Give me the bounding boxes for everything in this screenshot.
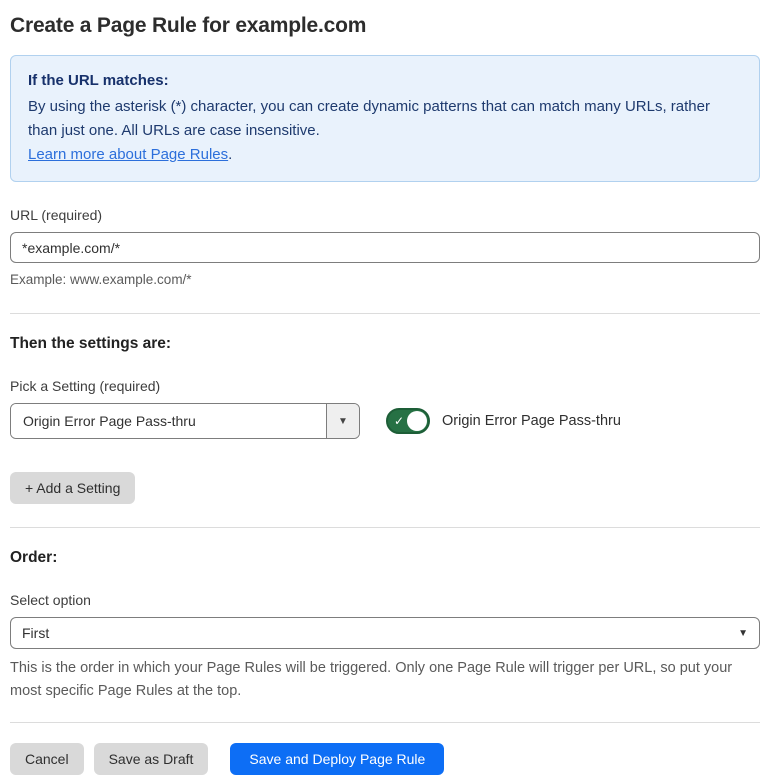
info-box-body: By using the asterisk (*) character, you… <box>28 98 710 139</box>
url-match-info-box: If the URL matches: By using the asteris… <box>10 55 760 182</box>
divider <box>10 313 760 315</box>
order-select-value: First <box>22 625 50 642</box>
divider <box>10 527 760 529</box>
setting-row: Origin Error Page Pass-thru ▼ ✓ Origin E… <box>10 403 760 440</box>
link-suffix: . <box>228 146 233 163</box>
order-section-heading: Order: <box>10 549 58 567</box>
chevron-down-icon: ▼ <box>338 415 348 427</box>
setting-dropdown[interactable]: Origin Error Page Pass-thru ▼ <box>10 403 360 440</box>
pick-setting-label: Pick a Setting (required) <box>10 378 161 395</box>
info-box-link-line: Learn more about Page Rules. <box>28 143 742 167</box>
toggle-label: Origin Error Page Pass-thru <box>442 413 621 430</box>
chevron-down-icon: ▼ <box>738 627 748 639</box>
page-title: Create a Page Rule for example.com <box>10 14 367 37</box>
learn-more-link[interactable]: Learn more about Page Rules <box>28 146 228 163</box>
settings-section-heading: Then the settings are: <box>10 335 172 353</box>
order-select[interactable]: First ▼ <box>10 617 760 650</box>
order-helper-text: This is the order in which your Page Rul… <box>10 660 733 699</box>
setting-dropdown-value[interactable]: Origin Error Page Pass-thru <box>11 404 326 439</box>
url-field-label: URL (required) <box>10 207 103 223</box>
url-input[interactable] <box>10 232 760 263</box>
origin-error-toggle[interactable]: ✓ <box>386 408 430 435</box>
setting-dropdown-button[interactable]: ▼ <box>326 404 359 439</box>
footer-actions: Cancel Save as Draft Save and Deploy Pag… <box>10 743 760 775</box>
add-setting-button[interactable]: + Add a Setting <box>10 472 136 505</box>
order-select-label: Select option <box>10 592 91 609</box>
toggle-knob <box>407 411 427 432</box>
divider <box>10 722 760 724</box>
checkmark-icon: ✓ <box>394 414 405 429</box>
save-draft-button[interactable]: Save as Draft <box>93 743 209 775</box>
url-example-helper: Example: www.example.com/* <box>10 272 192 287</box>
cancel-button[interactable]: Cancel <box>10 743 84 775</box>
save-deploy-button[interactable]: Save and Deploy Page Rule <box>230 743 445 775</box>
info-box-heading: If the URL matches: <box>28 72 169 89</box>
